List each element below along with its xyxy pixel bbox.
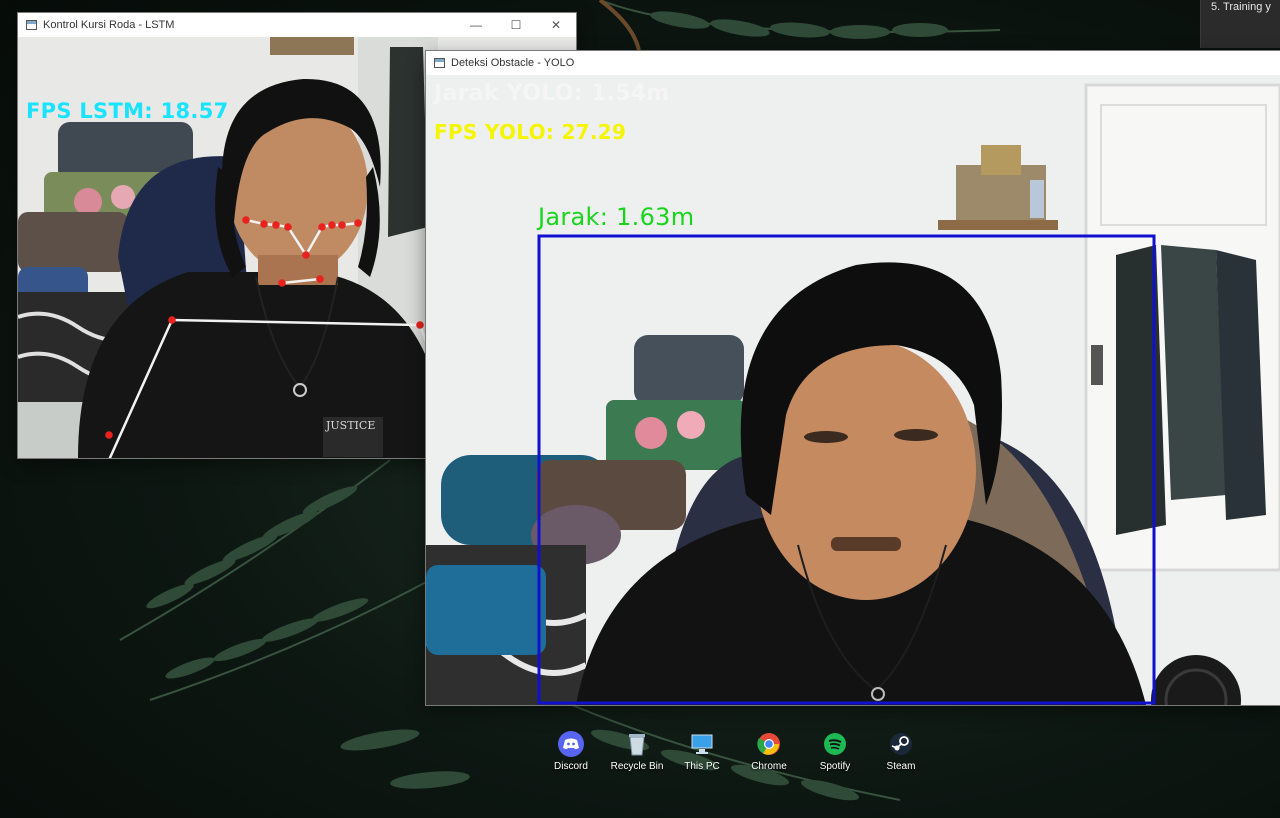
desktop-icon-this-pc[interactable]: This PC bbox=[670, 731, 734, 772]
steam-icon bbox=[888, 731, 914, 757]
desktop-icon-label: Recycle Bin bbox=[610, 761, 664, 772]
yolo-window[interactable]: Deteksi Obstacle - YOLO Jarak YOLO: 1.54… bbox=[426, 51, 1280, 705]
desktop-icon-discord[interactable]: Discord bbox=[539, 731, 603, 772]
maximize-button[interactable]: ☐ bbox=[496, 13, 536, 37]
desktop-icon-label: Spotify bbox=[819, 761, 851, 772]
desktop-icon-steam[interactable]: Steam bbox=[869, 731, 933, 772]
desktop-icon-label: Chrome bbox=[751, 761, 787, 772]
svg-text:JUSTICE: JUSTICE bbox=[325, 419, 375, 432]
discord-icon bbox=[558, 731, 584, 757]
desktop-icon-chrome[interactable]: Chrome bbox=[737, 731, 801, 772]
spotify-icon bbox=[822, 731, 848, 757]
lstm-fps-label: FPS LSTM: 18.57 bbox=[26, 99, 229, 123]
faded-distance-label: Jarak YOLO: 1.54m bbox=[434, 81, 670, 106]
yolo-titlebar[interactable]: Deteksi Obstacle - YOLO bbox=[426, 51, 1280, 75]
minimize-button[interactable]: — bbox=[456, 13, 496, 37]
desktop-icon-label: Discord bbox=[554, 761, 588, 772]
app-window-icon bbox=[434, 58, 445, 68]
yolo-window-title: Deteksi Obstacle - YOLO bbox=[451, 57, 575, 69]
lstm-window-title: Kontrol Kursi Roda - LSTM bbox=[43, 19, 175, 31]
chrome-icon bbox=[756, 731, 782, 757]
yolo-fps-label: FPS YOLO: 27.29 bbox=[434, 120, 627, 144]
app-window-icon bbox=[26, 20, 37, 30]
desktop-icon-spotify[interactable]: Spotify bbox=[803, 731, 867, 772]
recycle-bin-icon bbox=[624, 731, 650, 757]
desktop-icon-recycle-bin[interactable]: Recycle Bin bbox=[605, 731, 669, 772]
lstm-titlebar[interactable]: Kontrol Kursi Roda - LSTM — ☐ ✕ bbox=[18, 13, 576, 37]
background-window-title: 5. Training y bbox=[1211, 1, 1271, 13]
close-button[interactable]: ✕ bbox=[536, 13, 576, 37]
background-window[interactable]: 5. Training y bbox=[1200, 0, 1280, 48]
this-pc-icon bbox=[689, 731, 715, 757]
yolo-camera-feed: Jarak YOLO: 1.54m FPS YOLO: 27.29 Jarak:… bbox=[426, 75, 1280, 705]
desktop-icon-label: This PC bbox=[684, 761, 720, 772]
detection-distance-label: Jarak: 1.63m bbox=[538, 203, 695, 231]
desktop-icon-label: Steam bbox=[886, 761, 916, 772]
